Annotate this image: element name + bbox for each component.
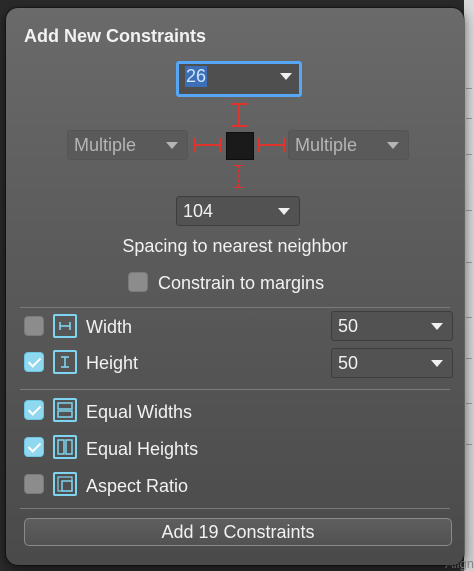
chevron-down-icon (166, 142, 178, 149)
right-spacing-value: Multiple (295, 135, 358, 155)
chevron-down-icon (278, 208, 290, 215)
chevron-down-icon (431, 323, 443, 330)
right-constraint-toggle[interactable] (259, 144, 284, 146)
height-checkbox[interactable] (24, 352, 44, 372)
bottom-constraint-toggle[interactable] (238, 165, 239, 187)
divider (20, 508, 450, 509)
add-constraints-popover: Add New Constraints 26 Multiple Multiple (6, 8, 464, 565)
selected-view-box (226, 132, 254, 160)
left-constraint-toggle[interactable] (195, 144, 220, 146)
equal-widths-icon (53, 398, 77, 422)
left-spacing-value: Multiple (74, 135, 137, 155)
equal-widths-checkbox[interactable] (24, 400, 44, 420)
width-value-dropdown[interactable]: 50 (331, 311, 453, 341)
bottom-spacing-value: 104 (183, 201, 214, 221)
aspect-ratio-checkbox[interactable] (24, 474, 44, 494)
width-label: Width (86, 317, 133, 337)
constrain-margins-label: Constrain to margins (158, 273, 325, 293)
left-spacing-dropdown[interactable]: Multiple (67, 130, 188, 160)
divider (20, 389, 450, 390)
divider (20, 307, 450, 308)
width-checkbox[interactable] (24, 316, 44, 336)
width-value: 50 (338, 316, 359, 336)
equal-heights-icon (53, 435, 77, 459)
constrain-margins-checkbox[interactable] (128, 272, 148, 292)
bottom-spacing-dropdown[interactable]: 104 (176, 196, 300, 226)
right-spacing-dropdown[interactable]: Multiple (288, 130, 409, 160)
top-spacing-value[interactable]: 26 (185, 66, 208, 87)
height-icon (53, 350, 77, 374)
equal-heights-checkbox[interactable] (24, 437, 44, 457)
chevron-down-icon (431, 360, 443, 367)
top-spacing-dropdown[interactable]: 26 (176, 61, 302, 97)
equal-heights-label: Equal Heights (86, 439, 199, 459)
aspect-ratio-icon (53, 472, 77, 496)
equal-widths-label: Equal Widths (86, 402, 193, 422)
aspect-ratio-label: Aspect Ratio (86, 476, 189, 496)
popover-title: Add New Constraints (24, 26, 207, 46)
height-value: 50 (338, 353, 359, 373)
height-value-dropdown[interactable]: 50 (331, 348, 453, 378)
spacing-caption: Spacing to nearest neighbor (122, 236, 348, 256)
height-label: Height (86, 353, 139, 373)
chevron-down-icon (280, 73, 292, 80)
width-icon (53, 314, 77, 338)
add-constraints-button[interactable]: Add 19 Constraints (24, 518, 452, 546)
top-constraint-toggle[interactable] (238, 104, 240, 126)
background-window-edge (464, 0, 474, 571)
chevron-down-icon (387, 142, 399, 149)
